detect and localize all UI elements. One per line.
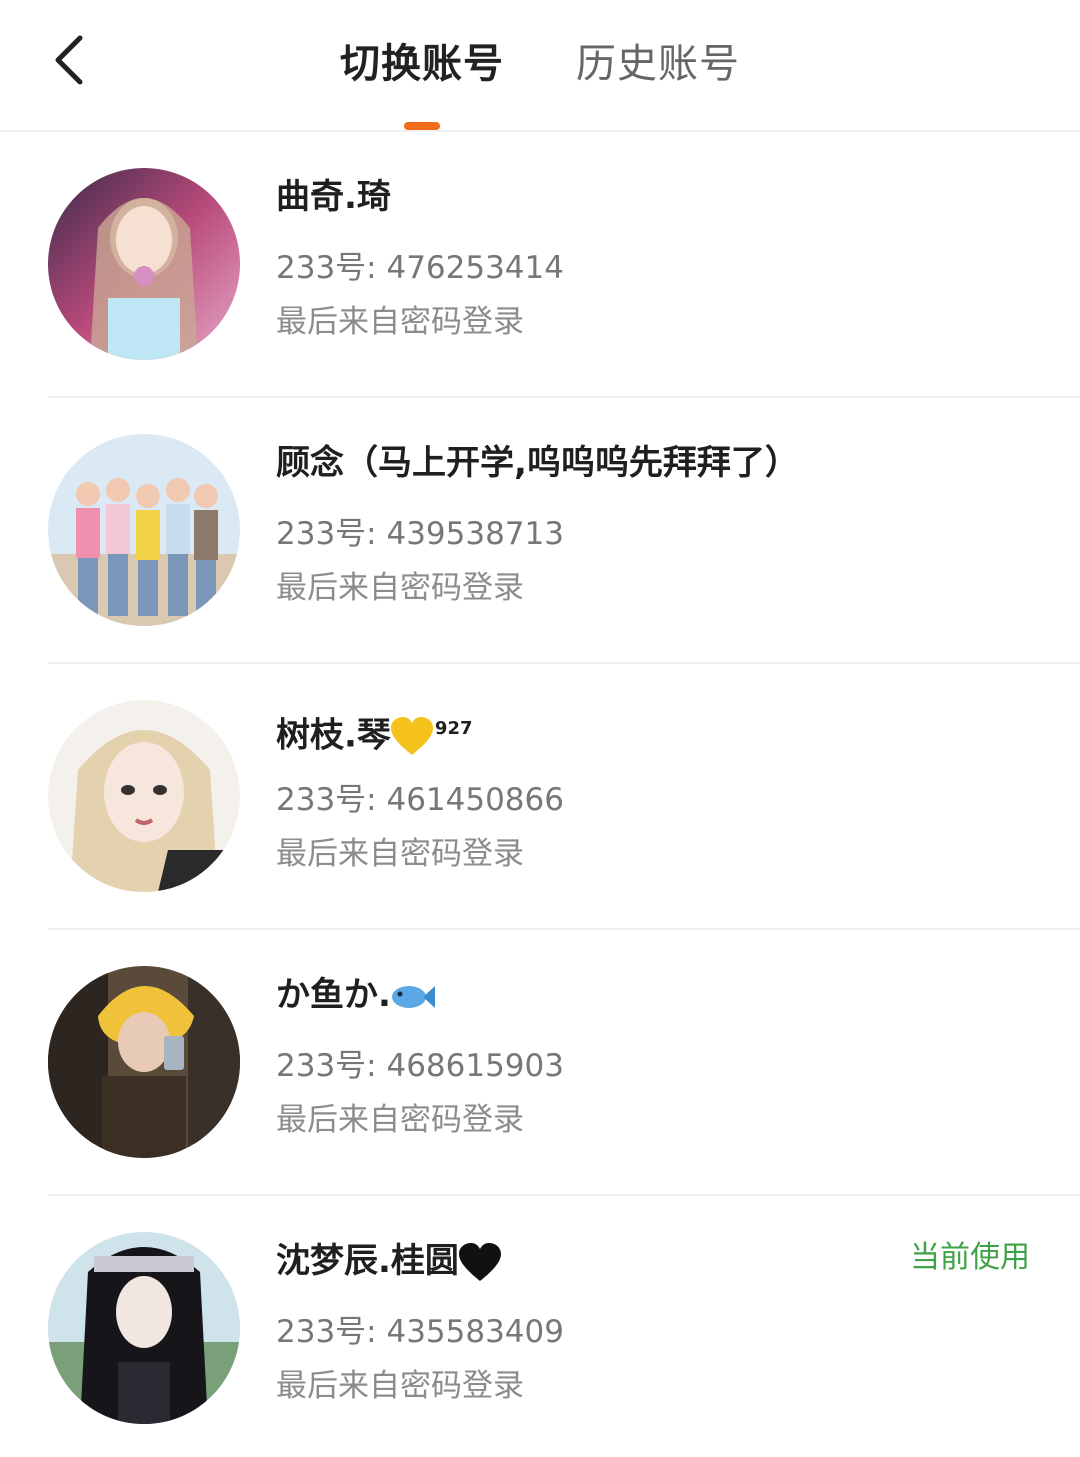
- black-heart-icon: [458, 1242, 501, 1281]
- login-method: 最后来自密码登录: [276, 304, 524, 340]
- account-item[interactable]: 顾念（马上开学,呜呜呜先拜拜了） 233号: 439538713 最后来自密码登…: [0, 398, 1080, 664]
- name-superscript: 927: [434, 718, 473, 739]
- account-item[interactable]: 曲奇.琦 233号: 476253414 最后来自密码登录: [0, 132, 1080, 398]
- account-name-text: 树枝.琴: [276, 715, 391, 756]
- avatar: [48, 168, 240, 360]
- account-uid: 233号: 435583409: [276, 1314, 564, 1350]
- account-name-text: 沈梦辰.桂圆: [276, 1241, 459, 1281]
- login-method: 最后来自密码登录: [276, 836, 524, 872]
- yellow-heart-icon: [390, 716, 433, 755]
- avatar: [48, 1232, 240, 1424]
- account-name: 顾念（马上开学,呜呜呜先拜拜了）: [276, 443, 799, 483]
- top-bar: 切换账号 历史账号: [0, 0, 1080, 132]
- tab-history-account[interactable]: 历史账号: [576, 36, 740, 92]
- account-item[interactable]: 树枝.琴 927 233号: 461450866 最后来自密码登录: [0, 664, 1080, 930]
- account-name: 曲奇.琦: [276, 177, 391, 217]
- account-uid: 233号: 439538713: [276, 516, 564, 552]
- account-name: か鱼か.: [276, 970, 435, 1020]
- chevron-left-icon: [55, 35, 83, 85]
- account-uid: 233号: 468615903: [276, 1048, 564, 1084]
- avatar: [48, 966, 240, 1158]
- account-name: 树枝.琴 927: [276, 704, 473, 760]
- account-item[interactable]: か鱼か. 233号: 468615903 最后来自密码登录: [0, 930, 1080, 1196]
- account-uid: 233号: 476253414: [276, 250, 564, 286]
- account-name: 沈梦辰.桂圆: [276, 1236, 501, 1286]
- tab-switch-account[interactable]: 切换账号: [340, 36, 504, 92]
- account-uid: 233号: 461450866: [276, 782, 564, 818]
- login-method: 最后来自密码登录: [276, 1102, 524, 1138]
- fish-icon: [391, 985, 435, 1008]
- avatar: [48, 434, 240, 626]
- account-name-text: か鱼か.: [276, 975, 391, 1015]
- active-tab-indicator: [404, 122, 440, 130]
- account-item[interactable]: 沈梦辰.桂圆 233号: 435583409 最后来自密码登录 当前使用: [0, 1196, 1080, 1457]
- login-method: 最后来自密码登录: [276, 570, 524, 606]
- avatar: [48, 700, 240, 892]
- current-account-badge: 当前使用: [910, 1240, 1030, 1275]
- login-method: 最后来自密码登录: [276, 1368, 524, 1404]
- back-button[interactable]: [40, 28, 100, 92]
